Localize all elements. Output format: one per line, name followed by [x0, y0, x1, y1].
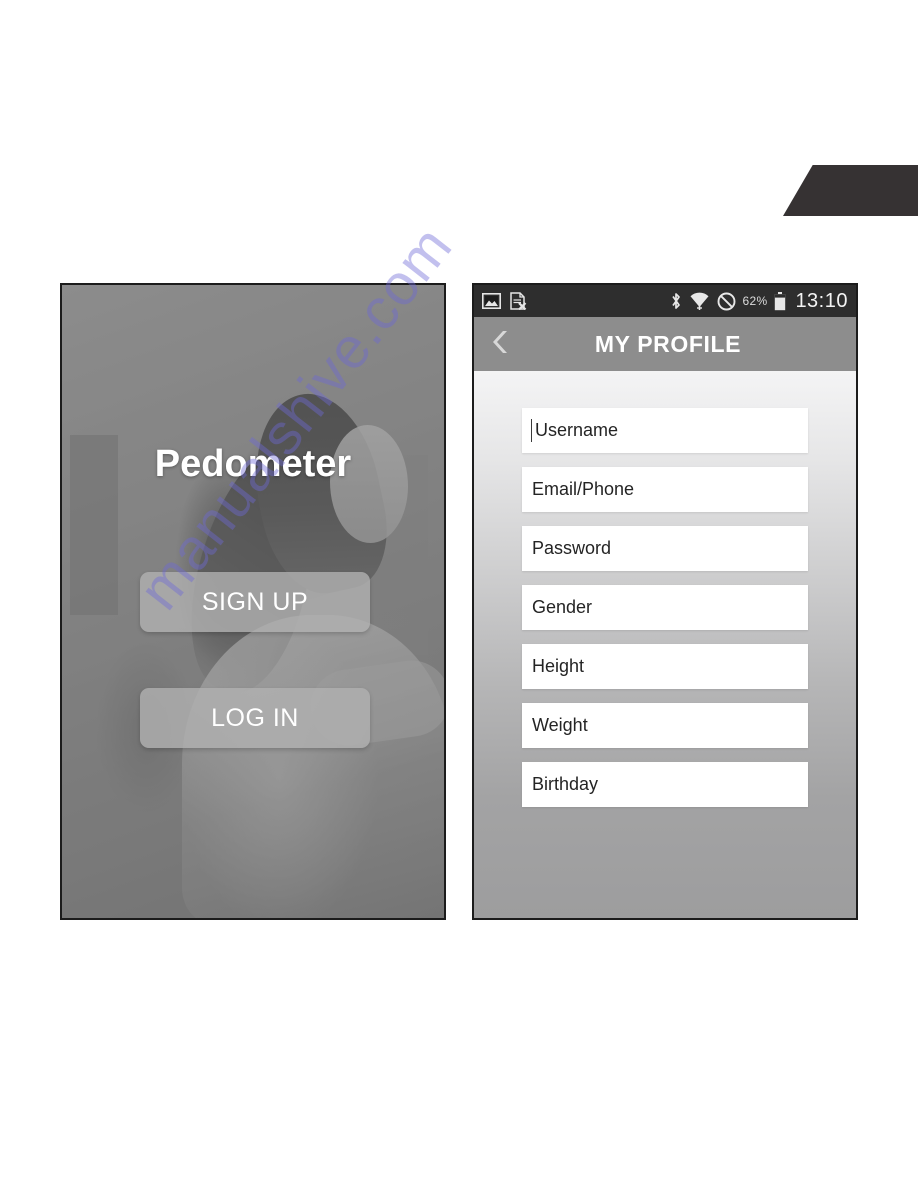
email-phone-field[interactable]: Email/Phone — [522, 467, 808, 512]
do-not-disturb-icon — [717, 292, 736, 311]
birthday-field[interactable]: Birthday — [522, 762, 808, 807]
weight-field[interactable]: Weight — [522, 703, 808, 748]
battery-percent-label: 62% — [742, 294, 768, 308]
app-bar: MY PROFILE — [474, 317, 856, 371]
status-bar: 62% 13:10 — [474, 285, 856, 317]
bluetooth-icon — [670, 292, 682, 310]
phone-mockup-profile: 62% 13:10 MY PROFILE Username Email/Phon… — [472, 283, 858, 920]
status-bar-system-icons: 62% 13:10 — [670, 290, 848, 313]
wifi-icon — [689, 292, 710, 310]
signup-form-fields: Username Email/Phone Password Gender Hei… — [522, 408, 808, 821]
password-field-label: Password — [532, 538, 612, 558]
gender-field[interactable]: Gender — [522, 585, 808, 630]
weight-field-label: Weight — [532, 715, 588, 735]
splash-screen: Pedometer SIGN UP LOG IN — [62, 285, 444, 918]
username-field[interactable]: Username — [522, 408, 808, 453]
gender-field-label: Gender — [532, 597, 593, 617]
password-field[interactable]: Password — [522, 526, 808, 571]
image-icon — [482, 293, 501, 309]
height-field-label: Height — [532, 656, 585, 676]
splash-login-button[interactable]: LOG IN — [140, 688, 370, 748]
battery-icon — [774, 291, 786, 311]
username-field-label: Username — [535, 420, 619, 440]
app-title: Pedometer — [154, 443, 352, 485]
splash-signup-button[interactable]: SIGN UP — [140, 572, 370, 632]
birthday-field-label: Birthday — [532, 774, 599, 794]
chevron-left-icon — [488, 328, 512, 361]
corner-accent-tab — [783, 165, 918, 216]
clock-label: 13:10 — [795, 289, 848, 312]
phone-mockup-splash: Pedometer SIGN UP LOG IN — [60, 283, 446, 920]
email-phone-field-label: Email/Phone — [532, 479, 635, 499]
back-button[interactable] — [474, 328, 526, 361]
status-bar-notifications — [482, 292, 527, 310]
profile-form-content: Username Email/Phone Password Gender Hei… — [474, 371, 856, 918]
profile-screen: 62% 13:10 MY PROFILE Username Email/Phon… — [474, 285, 856, 918]
height-field[interactable]: Height — [522, 644, 808, 689]
document-x-icon — [510, 292, 527, 310]
page-title: MY PROFILE — [594, 330, 742, 357]
